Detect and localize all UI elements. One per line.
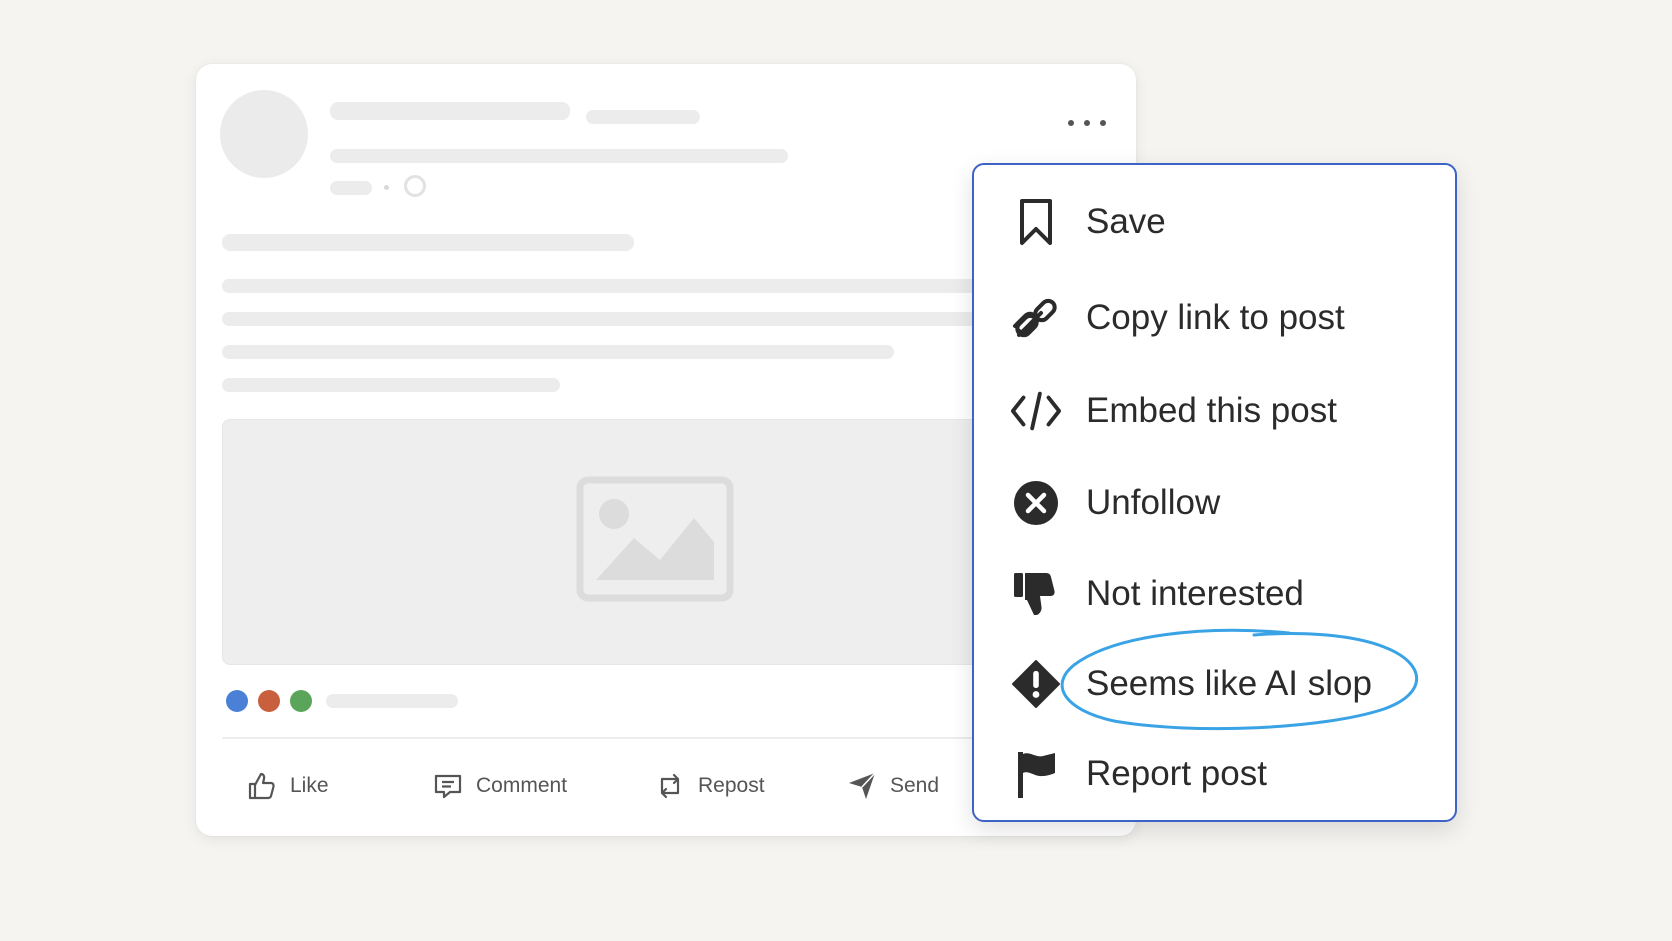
post-text-line-placeholder	[222, 279, 982, 293]
menu-item-label: Unfollow	[1086, 483, 1221, 522]
like-button[interactable]: Like	[246, 764, 329, 808]
menu-item-ai-slop[interactable]: Seems like AI slop	[1010, 653, 1430, 715]
menu-item-label: Report post	[1086, 754, 1267, 793]
comment-button[interactable]: Comment	[432, 764, 567, 808]
like-label: Like	[290, 774, 329, 797]
author-headline-placeholder	[330, 149, 788, 163]
repost-label: Repost	[698, 774, 765, 797]
repost-button[interactable]: Repost	[654, 764, 765, 808]
flag-icon	[1018, 752, 1055, 798]
post-title-placeholder	[222, 234, 634, 251]
reaction-dot-support	[290, 690, 312, 712]
author-avatar-placeholder	[220, 90, 308, 178]
thumbs-down-icon	[1014, 573, 1055, 615]
author-degree-placeholder	[586, 110, 700, 124]
reaction-count-placeholder	[326, 694, 458, 708]
comment-icon	[434, 774, 462, 799]
menu-item-label: Seems like AI slop	[1086, 664, 1372, 703]
menu-item-label: Not interested	[1086, 574, 1304, 613]
repost-icon	[660, 773, 680, 799]
reaction-dot-celebrate	[258, 690, 280, 712]
thumbs-up-icon	[248, 772, 275, 800]
menu-item-unfollow[interactable]: Unfollow	[1010, 472, 1430, 534]
bookmark-icon	[1020, 199, 1052, 245]
link-icon	[1013, 298, 1057, 338]
post-time-placeholder	[330, 181, 372, 195]
menu-item-copy-link[interactable]: Copy link to post	[1010, 287, 1430, 349]
send-icon	[849, 772, 876, 799]
more-options-button[interactable]	[1058, 100, 1118, 146]
author-name-placeholder	[330, 102, 570, 120]
warning-diamond-icon	[1012, 660, 1060, 708]
menu-item-save[interactable]: Save	[1010, 191, 1430, 253]
post-image-placeholder	[222, 419, 1054, 665]
post-text-line-placeholder	[222, 312, 982, 326]
menu-item-report[interactable]: Report post	[1010, 743, 1430, 805]
menu-item-embed[interactable]: Embed this post	[1010, 380, 1430, 442]
separator-dot	[384, 185, 389, 190]
post-options-menu: Save Copy link to post Embed this post U…	[972, 163, 1457, 822]
send-button[interactable]: Send	[846, 764, 939, 808]
image-icon	[576, 476, 734, 602]
menu-item-label: Save	[1086, 202, 1166, 241]
post-text-line-placeholder	[222, 378, 560, 392]
menu-item-label: Copy link to post	[1086, 298, 1345, 337]
post-text-line-placeholder	[222, 345, 894, 359]
menu-item-label: Embed this post	[1086, 391, 1337, 430]
menu-item-not-interested[interactable]: Not interested	[1010, 563, 1430, 625]
reaction-dot-like	[226, 690, 248, 712]
send-label: Send	[890, 774, 940, 797]
close-circle-icon	[1014, 481, 1058, 525]
comment-label: Comment	[476, 774, 568, 797]
globe-icon	[404, 175, 426, 197]
code-icon	[1010, 391, 1062, 431]
